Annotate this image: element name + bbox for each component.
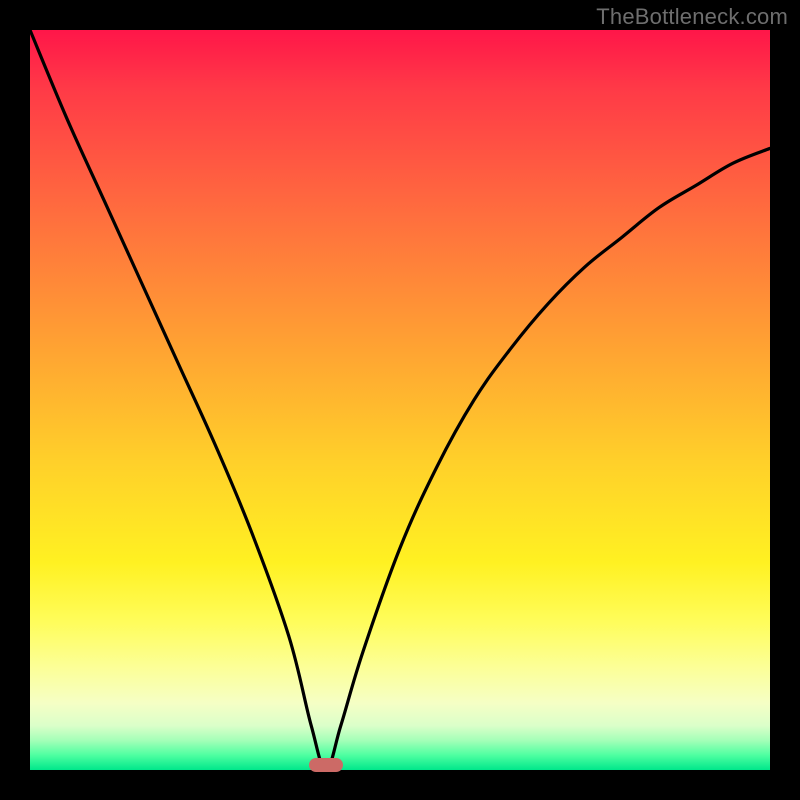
chart-frame: TheBottleneck.com xyxy=(0,0,800,800)
bottleneck-curve xyxy=(30,30,770,770)
watermark-text: TheBottleneck.com xyxy=(596,4,788,30)
plot-area xyxy=(30,30,770,770)
optimum-marker xyxy=(309,758,343,772)
